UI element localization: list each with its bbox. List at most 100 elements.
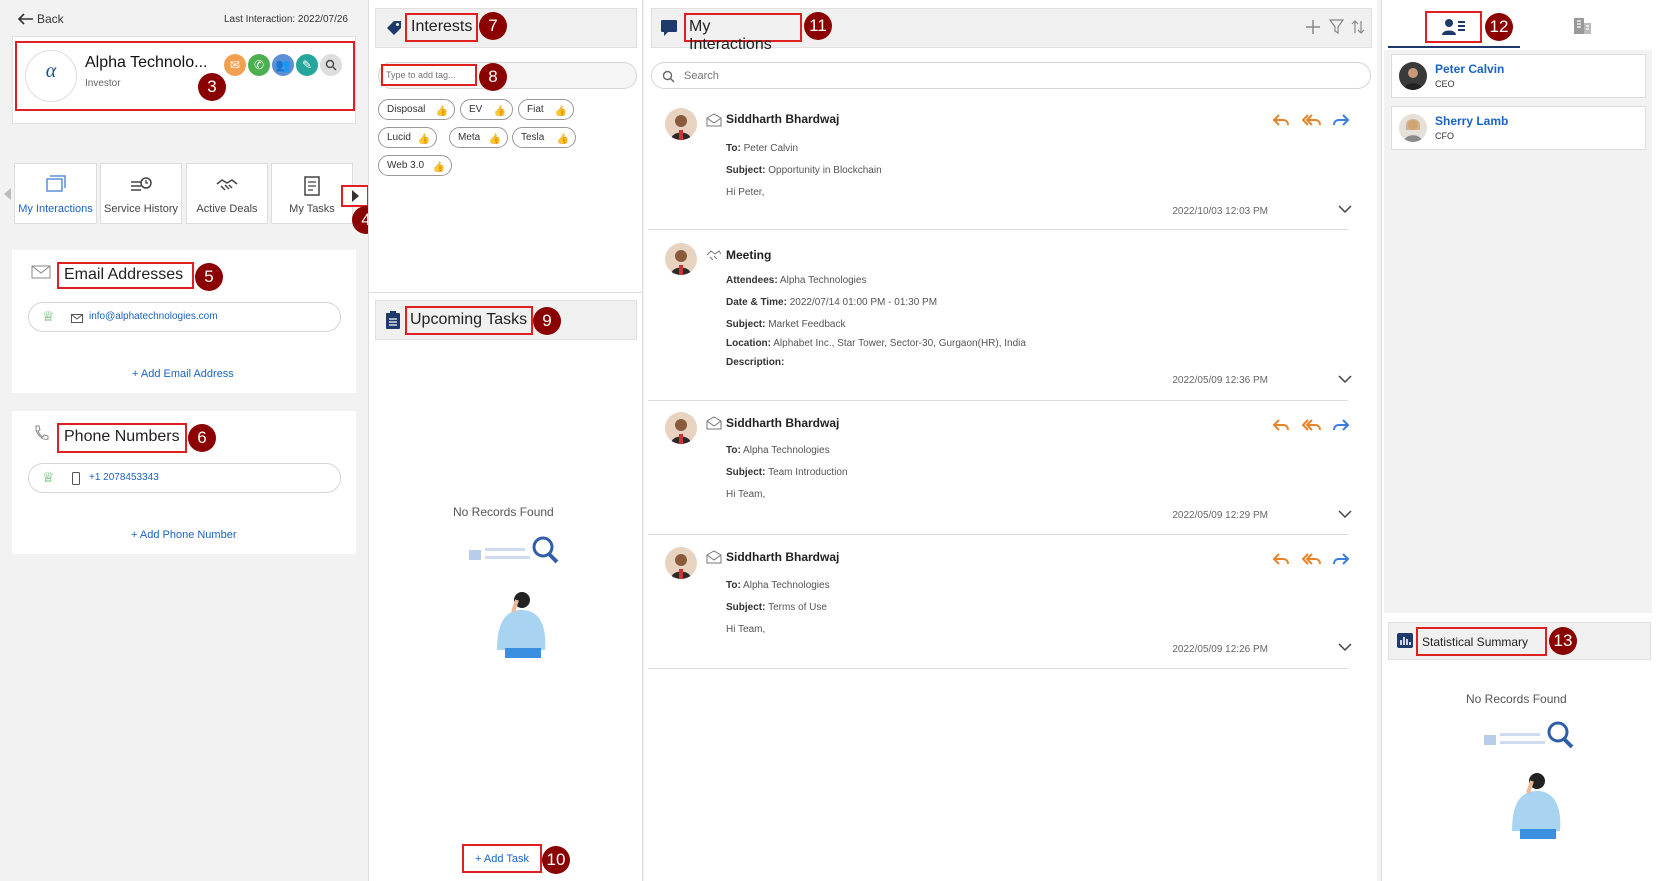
contact-card[interactable]: Peter Calvin CEO	[1391, 54, 1646, 98]
tab-active-deals-label: Active Deals	[196, 203, 258, 215]
interaction-item[interactable]: Siddharth Bhardwaj To: Peter Calvin Subj…	[648, 98, 1352, 230]
note-action-icon[interactable]: ✎	[296, 54, 318, 76]
avatar	[665, 108, 697, 140]
thumbs-up-icon[interactable]: 👍	[436, 102, 448, 121]
thumbs-up-icon[interactable]: 👍	[433, 158, 445, 177]
chat-icon	[661, 20, 677, 36]
meeting-icon	[706, 250, 722, 261]
interaction-title: Siddharth Bhardwaj	[726, 416, 840, 430]
reply-icon[interactable]	[1272, 552, 1290, 566]
thumbs-up-icon[interactable]: 👍	[555, 102, 567, 121]
badge-3: 3	[198, 73, 226, 101]
chevron-down-icon[interactable]	[1338, 205, 1352, 214]
phone-title: Phone Numbers	[57, 423, 187, 453]
interaction-item[interactable]: Siddharth Bhardwaj To: Alpha Technologie…	[648, 402, 1352, 535]
interaction-body: Hi Peter,	[726, 187, 765, 198]
email-open-icon	[706, 113, 722, 127]
thumbs-up-icon[interactable]: 👍	[418, 130, 430, 149]
forward-icon[interactable]	[1332, 113, 1350, 127]
summary-title: Statistical Summary	[1416, 627, 1547, 656]
chevron-down-icon[interactable]	[1338, 375, 1352, 384]
interaction-subject: Subject: Terms of Use	[726, 602, 827, 613]
phone-action-icon[interactable]: ✆	[248, 54, 270, 76]
contact-title: CEO	[1435, 79, 1455, 89]
email-row[interactable]: ♕ info@alphatechnologies.com	[28, 302, 341, 332]
sort-icon[interactable]	[1351, 19, 1365, 35]
filter-icon[interactable]	[1329, 19, 1344, 35]
reply-icon[interactable]	[1272, 418, 1290, 432]
back-button[interactable]: Back	[18, 12, 64, 26]
users-action-icon[interactable]: 👥	[272, 54, 294, 76]
tag-chip[interactable]: Tesla 👍	[512, 127, 576, 148]
add-task-button[interactable]: + Add Task	[462, 844, 542, 873]
tab-my-interactions[interactable]: My Interactions	[14, 163, 97, 224]
company-name: Alpha Technolo...	[85, 54, 208, 71]
tag-icon	[387, 21, 401, 35]
tasks-title: Upcoming Tasks	[405, 306, 533, 335]
tabs-next-arrow[interactable]	[341, 185, 369, 207]
building-icon[interactable]	[1572, 16, 1592, 34]
thumbs-up-icon[interactable]: 👍	[489, 130, 501, 149]
contact-list-icon	[1441, 19, 1465, 35]
interaction-location: Location: Alphabet Inc., Star Tower, Sec…	[726, 338, 1026, 349]
reply-all-icon[interactable]	[1302, 552, 1322, 566]
tag-input[interactable]	[381, 64, 477, 86]
task-list-icon	[386, 311, 400, 329]
add-email-button[interactable]: + Add Email Address	[132, 368, 234, 380]
tag-chip[interactable]: Web 3.0 👍	[378, 155, 452, 176]
email-open-icon	[706, 550, 722, 564]
reply-all-icon[interactable]	[1302, 418, 1322, 432]
interaction-title: Siddharth Bhardwaj	[726, 112, 840, 126]
chevron-down-icon[interactable]	[1338, 510, 1352, 519]
forward-icon[interactable]	[1332, 418, 1350, 432]
email-address[interactable]: info@alphatechnologies.com	[89, 311, 218, 322]
tag-chip[interactable]: Disposal 👍	[378, 99, 455, 120]
tabs-prev-arrow[interactable]	[4, 188, 11, 200]
phone-number[interactable]: +1 2078453343	[89, 472, 159, 483]
contact-title: CFO	[1435, 131, 1454, 141]
search-input[interactable]	[684, 68, 1284, 84]
email-title: Email Addresses	[57, 262, 194, 289]
interactions-search[interactable]	[651, 62, 1371, 89]
clipboard-icon	[304, 176, 320, 196]
tab-service-history-label: Service History	[104, 203, 178, 215]
contacts-tab-icon-box[interactable]	[1425, 11, 1482, 43]
tab-my-tasks-label: My Tasks	[289, 203, 335, 215]
thumbs-up-icon[interactable]: 👍	[557, 130, 569, 149]
forward-icon[interactable]	[1332, 552, 1350, 566]
add-phone-button[interactable]: + Add Phone Number	[131, 529, 237, 541]
last-interaction: Last Interaction: 2022/07/26	[224, 14, 348, 25]
phone-row[interactable]: ♕ +1 2078453343	[28, 463, 341, 493]
thumbs-up-icon[interactable]: 👍	[494, 102, 506, 121]
tag-chip[interactable]: Lucid 👍	[378, 127, 437, 148]
email-action-icon[interactable]: ✉	[224, 54, 246, 76]
tab-service-history[interactable]: Service History	[100, 163, 182, 224]
interaction-item[interactable]: Meeting Attendees: Alpha Technologies Da…	[648, 231, 1352, 401]
reply-all-icon[interactable]	[1302, 113, 1322, 127]
contact-name[interactable]: Peter Calvin	[1435, 62, 1504, 76]
interactions-title: My Interactions	[684, 13, 802, 53]
tab-active-deals[interactable]: Active Deals	[186, 163, 268, 224]
badge-13: 13	[1549, 627, 1577, 655]
contact-card[interactable]: Sherry Lamb CFO	[1391, 106, 1646, 150]
chevron-down-icon[interactable]	[1338, 643, 1352, 652]
interests-title: Interests	[405, 13, 478, 42]
contact-name[interactable]: Sherry Lamb	[1435, 114, 1508, 128]
search-icon	[662, 70, 675, 83]
company-logo: α	[25, 50, 77, 102]
interaction-item[interactable]: Siddharth Bhardwaj To: Alpha Technologie…	[648, 536, 1352, 669]
add-icon[interactable]	[1305, 19, 1321, 35]
reply-icon[interactable]	[1272, 113, 1290, 127]
tag-chip[interactable]: Meta 👍	[449, 127, 508, 148]
avatar	[1399, 62, 1427, 90]
crown-icon: ♕	[42, 469, 55, 485]
tag-chip[interactable]: EV 👍	[460, 99, 513, 120]
interaction-to: To: Alpha Technologies	[726, 580, 830, 591]
tag-chip[interactable]: Fiat 👍	[518, 99, 574, 120]
interaction-title: Siddharth Bhardwaj	[726, 550, 840, 564]
interaction-subject: Subject: Market Feedback	[726, 319, 846, 330]
search-action-icon[interactable]	[320, 54, 342, 76]
badge-7: 7	[479, 12, 507, 40]
envelope-small-icon	[71, 314, 83, 323]
handshake-icon	[216, 179, 238, 191]
